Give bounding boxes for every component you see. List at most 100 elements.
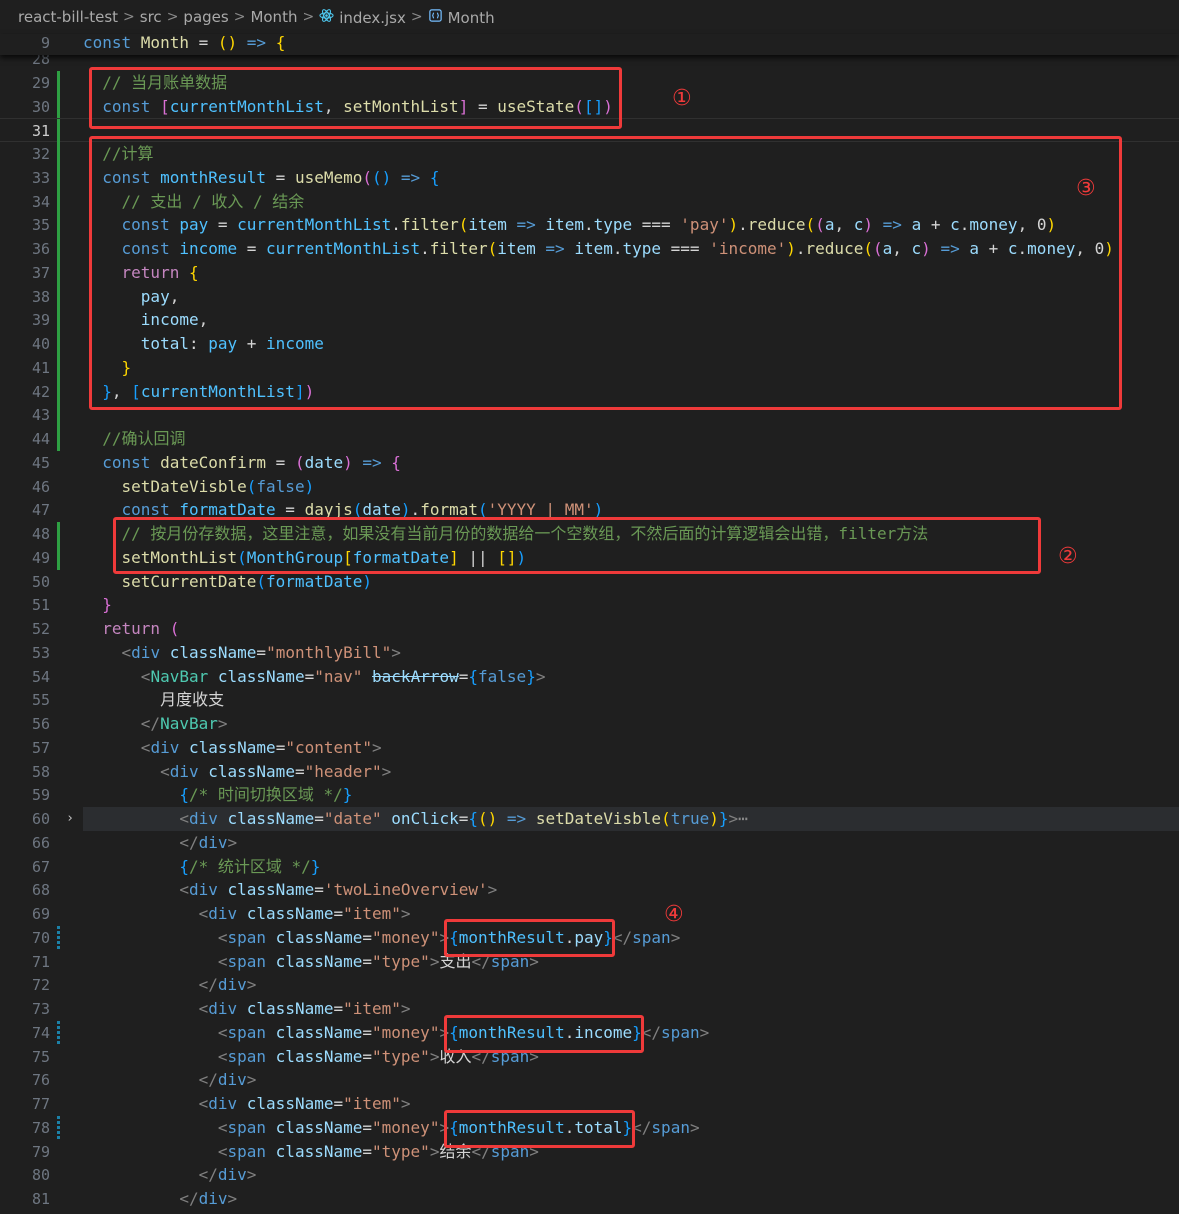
fold-expand-icon[interactable]: ›	[63, 807, 77, 831]
code-token: )	[304, 476, 315, 496]
code-line[interactable]: 80 </div>	[0, 1163, 1179, 1187]
line-number: 36	[31, 240, 50, 258]
code-token: (	[661, 809, 671, 828]
code-token: </	[198, 1070, 218, 1090]
code-token: =	[362, 1022, 373, 1042]
git-added-indicator[interactable]	[57, 213, 60, 238]
code-token: <	[198, 904, 209, 923]
code-token: "header"	[304, 761, 382, 781]
code-token: div	[217, 1165, 247, 1185]
code-token: span	[227, 1117, 267, 1137]
code-token: "type"	[372, 951, 430, 971]
breadcrumb-item-month-folder[interactable]: Month	[250, 8, 297, 26]
code-token: (	[169, 619, 180, 638]
line-number: 58	[31, 762, 50, 781]
breadcrumb-separator: >	[123, 9, 135, 25]
code-line[interactable]: 76 </div>	[0, 1068, 1179, 1092]
code-token: >	[400, 999, 411, 1018]
code-line[interactable]: 53 <div className="monthlyBill">	[0, 641, 1179, 665]
git-added-indicator[interactable]	[57, 260, 60, 285]
breadcrumb-item-pages[interactable]: pages	[183, 8, 228, 26]
code-token: =	[256, 642, 267, 662]
git-modified-indicator[interactable]	[57, 1115, 60, 1140]
code-line[interactable]: 58 <div className="header">	[0, 760, 1179, 784]
code-token: >	[400, 1094, 411, 1113]
code-line[interactable]: 59 {/* 时间切换区域 */}	[0, 783, 1179, 807]
git-modified-indicator[interactable]	[57, 925, 60, 950]
git-added-indicator[interactable]	[57, 142, 60, 166]
line-number: 75	[31, 1047, 50, 1066]
line-number: 46	[31, 477, 50, 496]
code-token: setCurrentDate	[121, 571, 257, 591]
symbol-function-icon	[428, 8, 442, 22]
code-token: "type"	[372, 1141, 430, 1161]
git-added-indicator[interactable]	[57, 119, 60, 144]
code-token: span	[227, 1141, 267, 1161]
breadcrumb-item-symbol[interactable]: Month	[428, 8, 495, 27]
git-added-indicator[interactable]	[57, 355, 60, 380]
code-line[interactable]: 57 <div className="content">	[0, 736, 1179, 760]
breadcrumb-item-project[interactable]: react-bill-test	[18, 8, 118, 26]
git-added-indicator[interactable]	[57, 94, 60, 119]
git-added-indicator[interactable]	[57, 522, 60, 546]
code-line[interactable]: 68 <div className='twoLineOverview'>	[0, 878, 1179, 902]
code-line[interactable]: 54 <NavBar className="nav" backArrow={fa…	[0, 665, 1179, 689]
code-token: >	[246, 975, 257, 995]
code-token: div	[131, 642, 161, 662]
code-token: span	[227, 927, 267, 947]
git-added-indicator[interactable]	[57, 427, 60, 451]
git-added-indicator[interactable]	[57, 165, 60, 190]
code-token: "money"	[372, 927, 440, 947]
line-number: 31	[31, 122, 50, 141]
code-line[interactable]: 72 </div>	[0, 973, 1179, 997]
code-token: =	[362, 1117, 373, 1137]
code-line[interactable]: 81 </div>	[0, 1187, 1179, 1211]
code-line[interactable]: 60 › <div className="date" onClick={() =>…	[0, 807, 1179, 831]
git-added-indicator[interactable]	[57, 545, 60, 570]
code-token: {	[468, 809, 479, 828]
git-added-indicator[interactable]	[57, 403, 60, 428]
code-token: className	[275, 927, 363, 947]
code-line[interactable]: 46 setDateVisble(false)	[0, 475, 1179, 499]
git-added-indicator[interactable]	[57, 70, 60, 95]
code-token: className	[275, 1117, 363, 1137]
git-added-indicator[interactable]	[57, 284, 60, 309]
breadcrumb-item-src[interactable]: src	[140, 8, 162, 26]
code-token: backArrow	[372, 666, 459, 686]
code-token: div	[188, 809, 218, 828]
git-added-indicator[interactable]	[57, 237, 60, 261]
code-line[interactable]: 51 }	[0, 593, 1179, 617]
git-modified-indicator[interactable]	[57, 1020, 60, 1045]
git-added-indicator[interactable]	[57, 332, 60, 356]
git-added-indicator[interactable]	[57, 379, 60, 404]
code-line[interactable]: 52 return (	[0, 617, 1179, 641]
code-token: const	[102, 452, 161, 472]
code-token: className	[246, 999, 334, 1018]
breadcrumb-item-file[interactable]: index.jsx	[319, 8, 406, 27]
code-token: ()	[478, 809, 498, 828]
code-token: "money"	[372, 1022, 440, 1042]
code-line[interactable]: 55 月度收支	[0, 688, 1179, 712]
line-number: 78	[31, 1118, 50, 1137]
code-text: <div className="monthlyBill">	[83, 641, 401, 665]
code-token: </	[632, 1117, 652, 1137]
code-line[interactable]: 45 const dateConfirm = (date) => {	[0, 451, 1179, 475]
git-added-indicator[interactable]	[57, 308, 60, 333]
code-line[interactable]: 67 {/* 统计区域 */}	[0, 855, 1179, 879]
code-line[interactable]: 66 </div>	[0, 831, 1179, 855]
code-line[interactable]: 44 //确认回调	[0, 427, 1179, 451]
code-line[interactable]: 56 </NavBar>	[0, 712, 1179, 736]
line-number: 50	[31, 572, 50, 591]
line-number: 69	[31, 905, 50, 923]
code-token: div	[217, 1070, 247, 1090]
sticky-scroll-line[interactable]: 9 const Month = () => {	[0, 33, 1179, 55]
code-token: >	[227, 832, 238, 852]
git-added-indicator[interactable]	[57, 189, 60, 214]
